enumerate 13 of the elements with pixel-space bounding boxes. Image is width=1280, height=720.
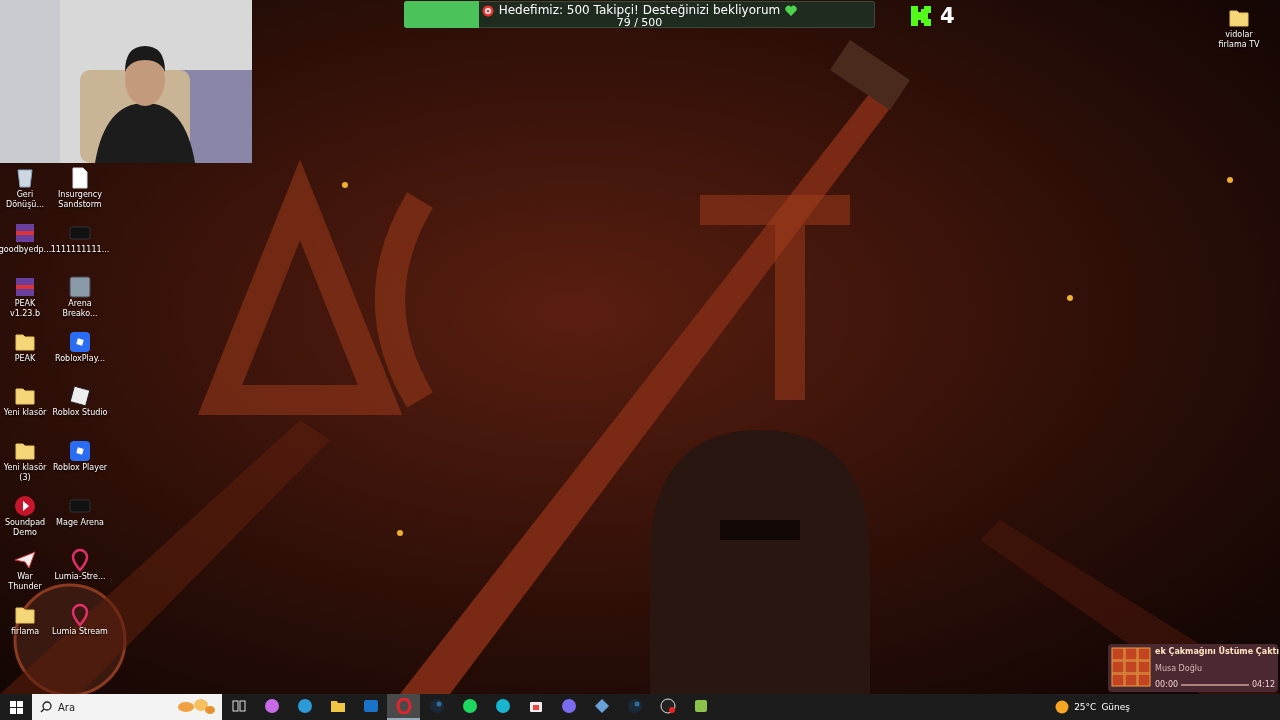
diamond-icon	[593, 698, 610, 714]
weather-condition: Güneş	[1101, 702, 1130, 712]
temperature: 25°C	[1074, 702, 1097, 712]
task-view-icon	[230, 698, 247, 714]
mail-icon	[362, 698, 379, 714]
sun-icon	[1055, 700, 1070, 714]
record-icon	[659, 698, 676, 714]
folder-icon	[329, 698, 346, 714]
windows-logo-icon	[9, 700, 23, 714]
search-field[interactable]: Ara	[32, 694, 222, 720]
leaves-icon	[176, 697, 216, 717]
ring-icon	[395, 698, 412, 714]
search-icon	[40, 701, 52, 713]
